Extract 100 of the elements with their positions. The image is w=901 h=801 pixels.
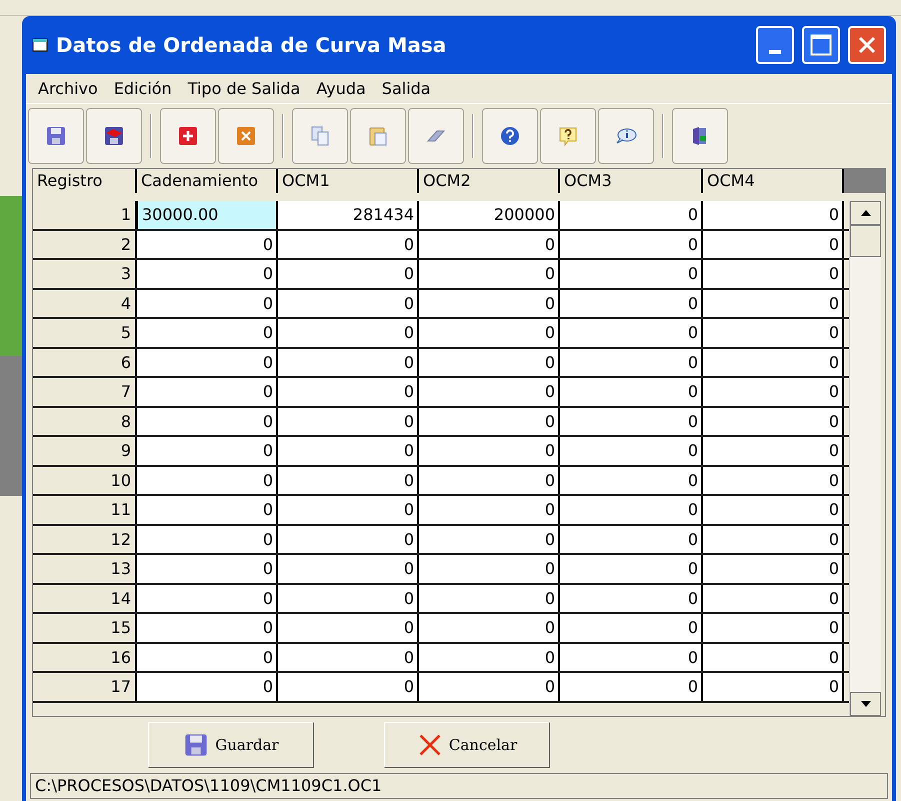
table-cell: 0	[560, 348, 703, 376]
table-cell: 0	[419, 408, 560, 435]
menu-item[interactable]: Edición	[108, 76, 178, 100]
up-arrow-icon	[860, 210, 870, 216]
table-cell: 0	[278, 466, 419, 494]
table-cell: 0	[703, 319, 844, 346]
table-cell: 0	[703, 348, 844, 376]
close-button[interactable]	[848, 26, 886, 64]
table-cell: 0	[419, 230, 560, 258]
table-cell: 0	[703, 526, 844, 553]
table-cell: 0	[560, 466, 703, 494]
table-cell: 0	[560, 319, 703, 346]
table-cell: 0	[560, 644, 703, 671]
table-cell: 0	[137, 319, 278, 346]
table-cell: 0	[560, 526, 703, 553]
table-cell: 0	[419, 290, 560, 317]
menu-item[interactable]: Archivo	[32, 76, 104, 100]
table-cell: 0	[278, 584, 419, 612]
table-cell: 0	[137, 437, 278, 464]
cancel-button[interactable]: Cancelar	[384, 722, 550, 768]
table-cell: 0	[560, 614, 703, 642]
table-cell: 0	[703, 437, 844, 464]
table-cell: 0	[278, 496, 419, 524]
table-cell: 0	[419, 496, 560, 524]
table-cell: 0	[703, 230, 844, 258]
table-cell: 0	[560, 201, 703, 228]
table-cell: 0	[278, 614, 419, 642]
table-cell: 0	[560, 584, 703, 612]
scroll-thumb[interactable]	[850, 225, 881, 257]
table-cell: 0	[137, 526, 278, 553]
minimize-button[interactable]	[756, 26, 794, 64]
table-cell: 0	[703, 644, 844, 671]
table-cell: 0	[703, 614, 844, 642]
question-bubble-icon	[557, 125, 579, 147]
table-cell: 0	[278, 555, 419, 582]
table-cell: 0	[137, 614, 278, 642]
plus-icon	[177, 125, 199, 147]
table-cell: 0	[560, 378, 703, 406]
table-cell: 0	[419, 614, 560, 642]
table-cell: 0	[419, 673, 560, 700]
table-cell: 0	[278, 408, 419, 435]
table-cell: 0	[560, 230, 703, 258]
maximize-button[interactable]	[802, 26, 840, 64]
table-cell: 0	[419, 348, 560, 376]
table-cell: 0	[560, 496, 703, 524]
table-cell: 0	[419, 466, 560, 494]
copy-icon	[309, 125, 331, 147]
table-cell: 0	[137, 673, 278, 700]
table-cell: 0	[703, 260, 844, 288]
menu-item[interactable]: Tipo de Salida	[182, 76, 306, 100]
save-button[interactable]: Guardar	[148, 722, 314, 768]
clipboard-icon	[367, 125, 389, 147]
table-cell: 0	[278, 290, 419, 317]
toolbar-button[interactable]	[482, 108, 538, 164]
table-cell: 0	[703, 673, 844, 700]
down-arrow-icon	[860, 701, 870, 707]
table-cell: 0	[560, 555, 703, 582]
toolbar-button[interactable]	[672, 108, 728, 164]
maximize-icon	[810, 34, 832, 56]
scroll-up-button[interactable]	[850, 201, 881, 225]
scroll-down-button[interactable]	[850, 692, 881, 716]
table-cell: 0	[419, 378, 560, 406]
table-cell: 0	[560, 408, 703, 435]
cell-input[interactable]: 30000.00	[137, 201, 278, 228]
table-cell: 0	[560, 673, 703, 700]
table-cell: 0	[137, 378, 278, 406]
table-cell: 0	[137, 644, 278, 671]
table-cell: 0	[419, 437, 560, 464]
window-icon	[32, 38, 48, 52]
table-cell: 0	[278, 673, 419, 700]
toolbar-button[interactable]	[160, 108, 216, 164]
menu-item[interactable]: Salida	[376, 76, 437, 100]
table-cell: 0	[419, 319, 560, 346]
table-cell: 0	[703, 408, 844, 435]
table-cell: 0	[419, 555, 560, 582]
table-cell: 0	[703, 201, 844, 228]
table-cell: 281434	[278, 201, 419, 228]
table-cell: 0	[703, 555, 844, 582]
table-cell: 0	[137, 466, 278, 494]
table-cell: 0	[703, 290, 844, 317]
toolbar-button[interactable]	[28, 108, 84, 164]
table-cell: 0	[137, 260, 278, 288]
table-cell: 0	[137, 584, 278, 612]
table-cell: 0	[703, 378, 844, 406]
table-cell: 0	[703, 466, 844, 494]
table-cell: 0	[137, 555, 278, 582]
question-mark-icon	[499, 125, 521, 147]
window-title: Datos de Ordenada de Curva Masa	[56, 32, 446, 59]
table-cell: 0	[278, 526, 419, 553]
table-cell: 0	[560, 290, 703, 317]
toolbar-button[interactable]	[292, 108, 348, 164]
cross-icon	[235, 125, 257, 147]
toolbar-button[interactable]	[86, 108, 142, 164]
table-cell: 0	[419, 644, 560, 671]
menu-item[interactable]: Ayuda	[310, 76, 372, 100]
table-cell: 0	[278, 437, 419, 464]
table-cell: 0	[137, 408, 278, 435]
table-cell: 0	[137, 496, 278, 524]
scrollbar[interactable]	[849, 201, 881, 716]
table-cell: 0	[137, 348, 278, 376]
